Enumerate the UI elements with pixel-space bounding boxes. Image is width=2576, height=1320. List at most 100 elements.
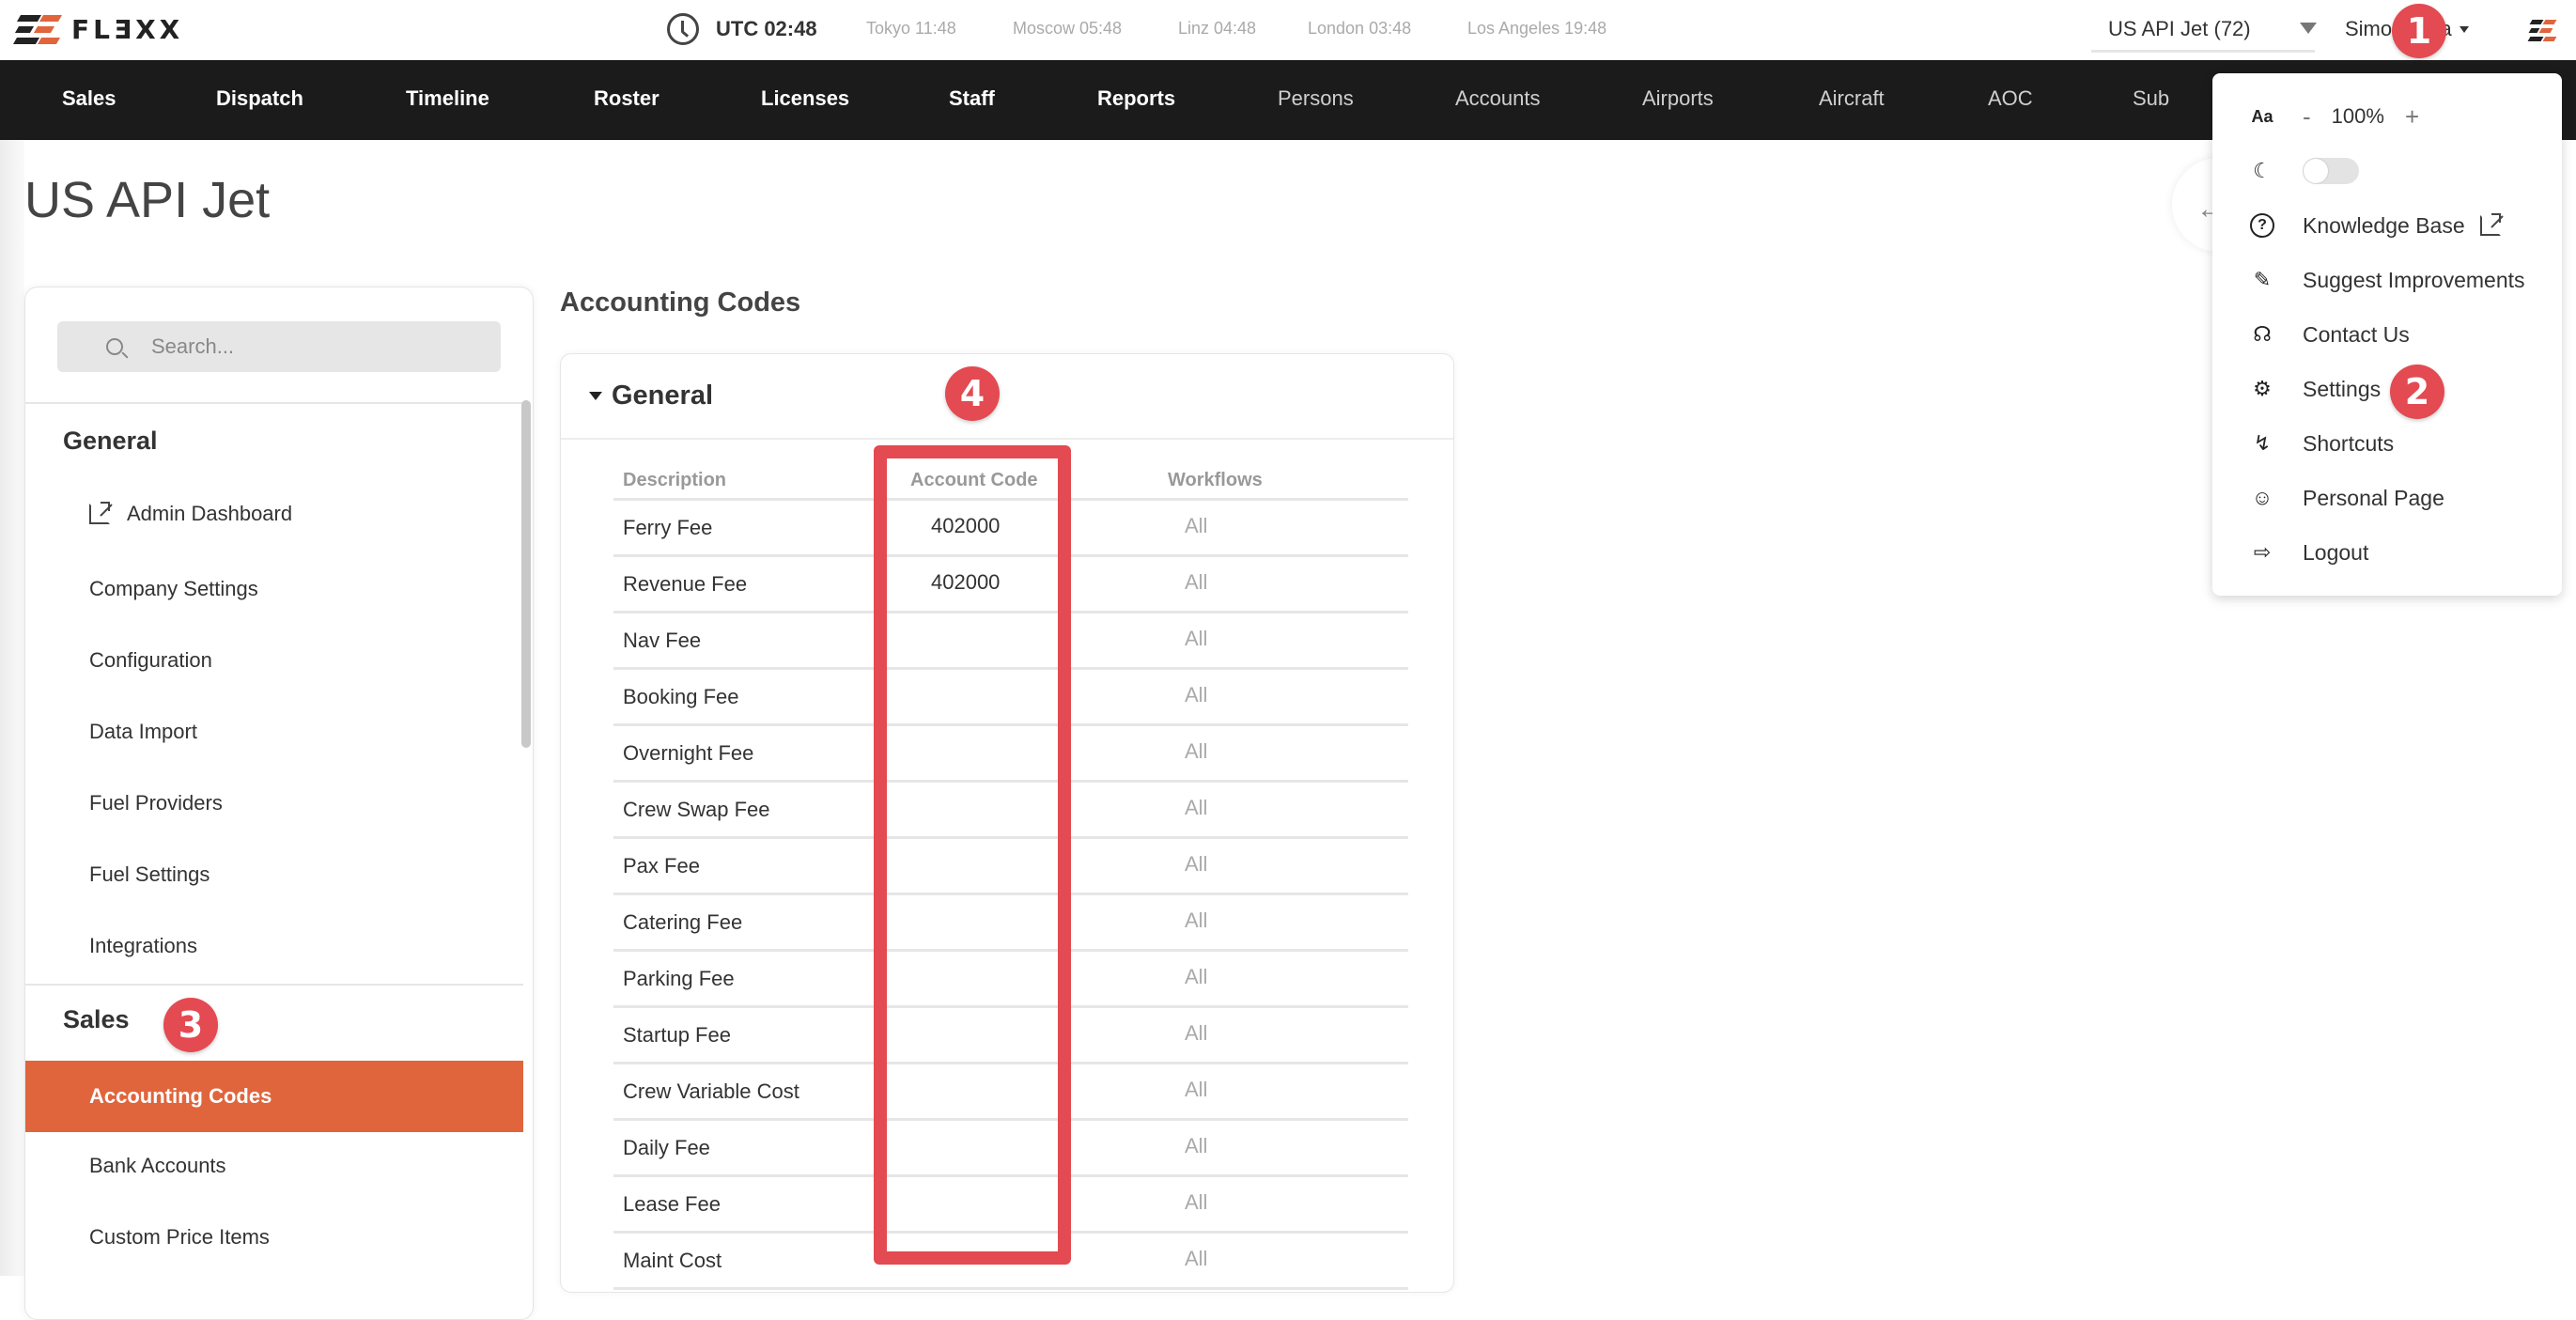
cell-description: Overnight Fee: [623, 741, 754, 765]
group-title: General: [612, 380, 713, 411]
sidebar-search-input[interactable]: [151, 334, 471, 359]
menu-item-knowledge-base[interactable]: ? Knowledge Base: [2248, 207, 2501, 244]
sidebar-item-admin-dashboard[interactable]: Admin Dashboard: [89, 502, 292, 526]
nav-aoc[interactable]: AOC: [1988, 86, 2033, 111]
cell-workflows[interactable]: All: [1185, 965, 1207, 989]
nav-staff[interactable]: Staff: [949, 86, 995, 111]
toggle-knob: [2304, 159, 2328, 183]
menu-item-label: Settings: [2303, 376, 2382, 401]
zoom-level: 100%: [2331, 104, 2384, 128]
menu-item-label: Knowledge Base: [2303, 212, 2465, 238]
menu-item-suggest-improvements[interactable]: ✎ Suggest Improvements: [2248, 261, 2525, 299]
cell-workflows[interactable]: All: [1185, 852, 1207, 877]
menu-item-personal-page[interactable]: ☺ Personal Page: [2248, 479, 2444, 517]
user-menu-dropdown: Aa - 100% + ☾ ? Knowledge Base ✎ Suggest…: [2212, 73, 2562, 596]
edit-suggest-icon: ✎: [2253, 268, 2272, 291]
logo-text: FLƎXX: [71, 13, 184, 45]
cell-workflows[interactable]: All: [1185, 1134, 1207, 1158]
nav-reports[interactable]: Reports: [1097, 86, 1175, 111]
nav-accounts[interactable]: Accounts: [1455, 86, 1541, 111]
nav-sales[interactable]: Sales: [62, 86, 116, 111]
help-circle-icon: ?: [2248, 211, 2276, 240]
cell-description: Crew Variable Cost: [623, 1079, 799, 1103]
sidebar-item-label: Configuration: [89, 648, 212, 672]
cell-workflows[interactable]: All: [1185, 1247, 1207, 1271]
sidebar-item-integrations[interactable]: Integrations: [89, 934, 197, 958]
menu-item-label: Personal Page: [2303, 485, 2444, 510]
main-nav: Sales Dispatch Timeline Roster Licenses …: [0, 60, 2576, 140]
sidebar-item-custom-price-items[interactable]: Custom Price Items: [89, 1225, 270, 1250]
sidebar-heading-general: General: [63, 427, 158, 455]
external-link-icon: [2479, 213, 2501, 236]
timezone-tokyo: Tokyo 11:48: [866, 19, 956, 38]
timezone-los-angeles: Los Angeles 19:48: [1467, 19, 1607, 38]
sidebar-item-label: Fuel Providers: [89, 791, 223, 815]
cell-workflows[interactable]: All: [1185, 1190, 1207, 1215]
sidebar-divider: [25, 402, 523, 404]
nav-licenses[interactable]: Licenses: [761, 86, 849, 111]
lightning-icon: ↯: [2253, 431, 2272, 455]
sidebar-item-company-settings[interactable]: Company Settings: [89, 577, 258, 601]
cell-workflows[interactable]: All: [1185, 739, 1207, 764]
top-bar: FLƎXX UTC 02:48 Tokyo 11:48 Moscow 05:48…: [0, 0, 2576, 60]
nav-sub[interactable]: Sub: [2133, 86, 2169, 111]
column-header-description[interactable]: Description: [623, 470, 726, 491]
user-icon: ☺: [2251, 486, 2273, 509]
column-header-workflows[interactable]: Workflows: [1168, 470, 1263, 491]
sidebar-item-configuration[interactable]: Configuration: [89, 648, 212, 673]
search-icon: [106, 338, 123, 355]
menu-dark-mode: ☾: [2248, 152, 2359, 190]
cell-workflows[interactable]: All: [1185, 1021, 1207, 1046]
sidebar-item-fuel-providers[interactable]: Fuel Providers: [89, 791, 223, 815]
dark-mode-toggle[interactable]: [2303, 158, 2359, 184]
annotation-badge-3: 3: [163, 998, 218, 1052]
sidebar-item-accounting-codes[interactable]: Accounting Codes: [25, 1061, 523, 1132]
caret-down-icon[interactable]: [2300, 23, 2317, 34]
cell-description: Lease Fee: [623, 1192, 721, 1216]
nav-dispatch[interactable]: Dispatch: [216, 86, 303, 111]
nav-roster[interactable]: Roster: [594, 86, 660, 111]
zoom-in-button[interactable]: +: [2405, 102, 2419, 132]
cell-description: Crew Swap Fee: [623, 798, 770, 821]
sidebar-scrollbar[interactable]: [521, 400, 531, 748]
gear-icon: ⚙: [2253, 377, 2272, 400]
logout-icon: ⇨: [2253, 540, 2272, 564]
sidebar-item-data-import[interactable]: Data Import: [89, 720, 197, 744]
menu-item-shortcuts[interactable]: ↯ Shortcuts: [2248, 425, 2394, 462]
cell-description: Booking Fee: [623, 685, 739, 708]
sidebar-item-fuel-settings[interactable]: Fuel Settings: [89, 862, 209, 887]
cell-workflows[interactable]: All: [1185, 908, 1207, 933]
sidebar-item-label: Bank Accounts: [89, 1154, 226, 1177]
zoom-out-button[interactable]: -: [2303, 102, 2311, 132]
utc-time: UTC 02:48: [716, 17, 817, 40]
cell-workflows[interactable]: All: [1185, 514, 1207, 538]
annotation-badge-4: 4: [945, 366, 1000, 421]
nav-airports[interactable]: Airports: [1642, 86, 1714, 111]
cell-workflows[interactable]: All: [1185, 683, 1207, 707]
cell-workflows[interactable]: All: [1185, 796, 1207, 820]
sidebar-search[interactable]: [57, 321, 501, 372]
cell-description: Revenue Fee: [623, 572, 748, 596]
company-select[interactable]: US API Jet (72): [2091, 8, 2315, 53]
cell-workflows[interactable]: All: [1185, 570, 1207, 595]
nav-timeline[interactable]: Timeline: [406, 86, 489, 111]
group-header-general[interactable]: General: [561, 354, 1453, 440]
cell-workflows[interactable]: All: [1185, 1078, 1207, 1102]
timezone-london: London 03:48: [1308, 19, 1412, 38]
cell-workflows[interactable]: All: [1185, 627, 1207, 651]
menu-item-logout[interactable]: ⇨ Logout: [2248, 534, 2369, 571]
timezone-moscow: Moscow 05:48: [1013, 19, 1123, 38]
headset-icon: ☊: [2253, 322, 2272, 346]
menu-item-settings[interactable]: ⚙ Settings: [2248, 370, 2381, 408]
caret-down-icon: [589, 392, 602, 400]
flexx-logo[interactable]: FLƎXX: [12, 13, 184, 45]
external-link-icon: [89, 502, 110, 524]
nav-aircraft[interactable]: Aircraft: [1819, 86, 1885, 111]
page-title: US API Jet: [24, 172, 271, 228]
sidebar-item-bank-accounts[interactable]: Bank Accounts: [89, 1154, 226, 1178]
cell-description: Startup Fee: [623, 1023, 731, 1047]
menu-item-contact-us[interactable]: ☊ Contact Us: [2248, 316, 2410, 353]
app-switcher-icon[interactable]: [2527, 19, 2559, 41]
nav-persons[interactable]: Persons: [1278, 86, 1354, 111]
sidebar-item-label: Fuel Settings: [89, 862, 210, 886]
